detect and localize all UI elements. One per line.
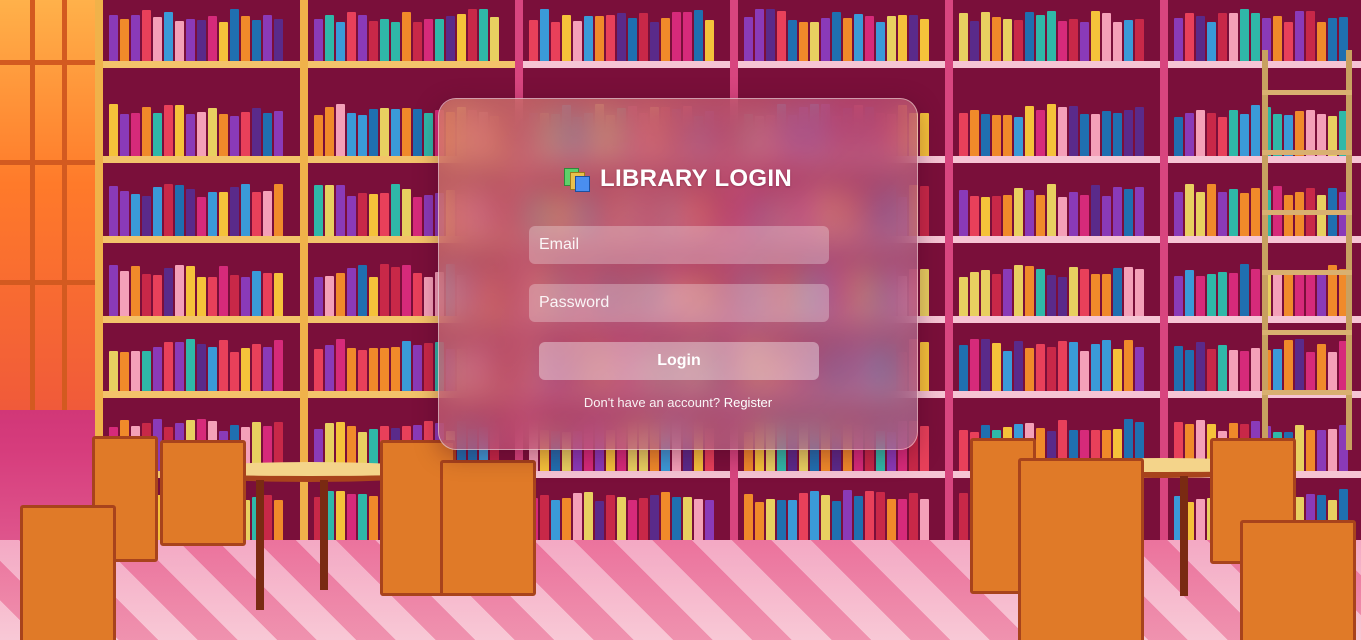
register-prompt-text: Don't have an account? xyxy=(583,395,721,410)
login-card: LIBRARY LOGIN Login Don't have an accoun… xyxy=(438,98,918,450)
chair xyxy=(1018,458,1144,640)
chair xyxy=(20,505,116,640)
library-ladder xyxy=(1262,50,1352,450)
chair xyxy=(1240,520,1356,640)
login-button[interactable]: Login xyxy=(539,342,819,380)
library-window xyxy=(0,0,103,410)
email-input[interactable] xyxy=(529,226,829,264)
chair xyxy=(440,460,536,596)
login-title: LIBRARY LOGIN xyxy=(600,165,792,192)
login-header: LIBRARY LOGIN xyxy=(439,165,917,193)
chair xyxy=(160,440,246,546)
password-input[interactable] xyxy=(529,284,829,322)
checkered-floor xyxy=(0,540,1361,640)
books-icon xyxy=(564,166,591,192)
register-link[interactable]: Register xyxy=(724,395,772,410)
register-prompt: Don't have an account? Register xyxy=(439,395,917,410)
